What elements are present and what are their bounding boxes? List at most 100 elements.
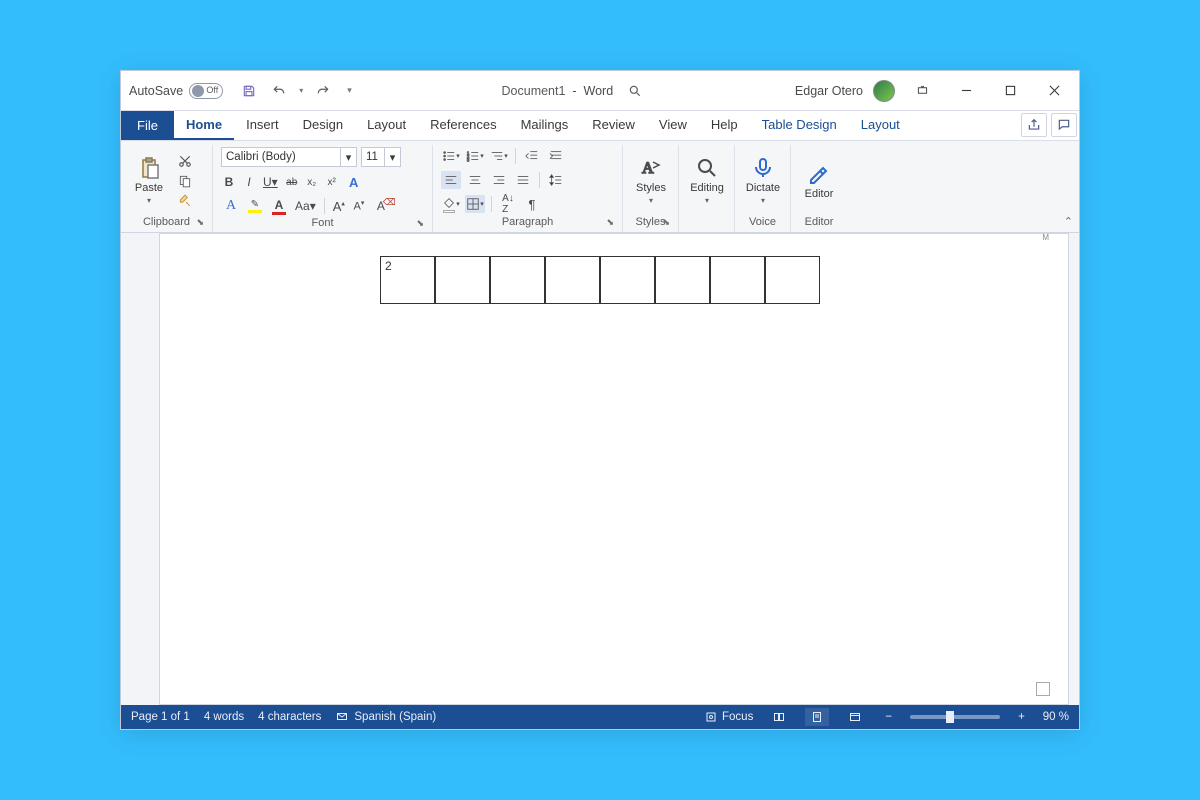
user-avatar[interactable] xyxy=(873,80,895,102)
align-center-icon[interactable] xyxy=(465,171,485,189)
undo-dropdown-icon[interactable]: ▾ xyxy=(299,86,303,95)
paragraph-group-label: Paragraph xyxy=(502,216,553,228)
print-layout-icon[interactable] xyxy=(805,708,829,726)
highlight-icon[interactable]: ✎ xyxy=(245,197,265,215)
table-cell[interactable] xyxy=(655,256,710,304)
document-title: Document1 - Word xyxy=(502,84,614,98)
table-cell[interactable] xyxy=(435,256,490,304)
multilevel-list-icon[interactable]: ▾ xyxy=(489,147,509,165)
search-icon[interactable] xyxy=(625,82,645,100)
tab-design[interactable]: Design xyxy=(291,111,355,140)
subscript-button[interactable]: x₂ xyxy=(304,177,320,188)
close-icon[interactable] xyxy=(1037,77,1071,105)
bullets-icon[interactable]: ▾ xyxy=(441,147,461,165)
editor-button[interactable]: Editor xyxy=(799,147,839,214)
status-chars[interactable]: 4 characters xyxy=(258,711,321,723)
table-cell[interactable] xyxy=(765,256,820,304)
save-icon[interactable] xyxy=(239,82,259,100)
undo-icon[interactable] xyxy=(269,82,289,100)
paragraph-launcher-icon[interactable]: ⬊ xyxy=(606,217,614,228)
tab-layout[interactable]: Layout xyxy=(355,111,418,140)
file-tab[interactable]: File xyxy=(121,111,174,140)
svg-text:3: 3 xyxy=(467,157,470,162)
font-launcher-icon[interactable]: ⬊ xyxy=(416,218,424,229)
redo-icon[interactable] xyxy=(313,82,333,100)
share-icon[interactable] xyxy=(1021,113,1047,137)
line-spacing-icon[interactable] xyxy=(546,171,566,189)
minimize-icon[interactable] xyxy=(949,77,983,105)
titlebar: AutoSave Off ▾ ▾ Document1 - Word Edgar … xyxy=(121,71,1079,111)
text-effects-icon[interactable]: A xyxy=(344,173,364,191)
maximize-icon[interactable] xyxy=(993,77,1027,105)
clipboard-launcher-icon[interactable]: ⬊ xyxy=(196,217,204,228)
tab-review[interactable]: Review xyxy=(580,111,647,140)
table-cell[interactable] xyxy=(545,256,600,304)
user-name[interactable]: Edgar Otero xyxy=(795,84,863,98)
zoom-out-button[interactable]: − xyxy=(881,711,896,723)
align-left-icon[interactable] xyxy=(441,171,461,189)
tab-mailings[interactable]: Mailings xyxy=(509,111,581,140)
collapse-ribbon-icon[interactable]: ⌃ xyxy=(1064,215,1073,228)
numbering-icon[interactable]: 123▾ xyxy=(465,147,485,165)
svg-text:A: A xyxy=(642,160,654,177)
zoom-in-button[interactable]: + xyxy=(1014,711,1029,723)
copy-icon[interactable] xyxy=(175,172,195,190)
borders-icon[interactable]: ▾ xyxy=(465,195,485,213)
styles-button[interactable]: A Styles ▾ xyxy=(631,147,671,214)
status-language[interactable]: Spanish (Spain) xyxy=(335,711,436,723)
table-resize-handle[interactable] xyxy=(1036,682,1050,696)
justify-icon[interactable] xyxy=(513,171,533,189)
format-painter-icon[interactable] xyxy=(175,192,195,210)
tab-table-layout[interactable]: Layout xyxy=(849,111,912,140)
change-case-button[interactable]: Aa▾ xyxy=(293,199,318,213)
tab-help[interactable]: Help xyxy=(699,111,750,140)
increase-indent-icon[interactable] xyxy=(546,147,566,165)
web-layout-icon[interactable] xyxy=(843,708,867,726)
tab-home[interactable]: Home xyxy=(174,111,234,140)
document-page[interactable]: 1 3 2 xyxy=(159,233,1069,705)
read-mode-icon[interactable] xyxy=(767,708,791,726)
underline-button[interactable]: U▾ xyxy=(261,175,280,189)
styles-launcher-icon[interactable]: ⬊ xyxy=(662,217,670,228)
zoom-slider[interactable] xyxy=(910,715,1000,719)
clear-formatting-icon[interactable]: A⌫ xyxy=(371,197,391,215)
tab-references[interactable]: References xyxy=(418,111,508,140)
dictate-button[interactable]: Dictate ▾ xyxy=(743,147,783,214)
document-area: M 1 3 2 xyxy=(121,233,1079,705)
ribbon-display-icon[interactable] xyxy=(905,77,939,105)
ribbon-tabs: File Home Insert Design Layout Reference… xyxy=(121,111,1079,141)
font-color-icon[interactable]: A xyxy=(269,197,289,215)
styles-group-label: Styles xyxy=(636,216,666,228)
grow-font-button[interactable]: A▴ xyxy=(331,199,347,214)
align-right-icon[interactable] xyxy=(489,171,509,189)
status-words[interactable]: 4 words xyxy=(204,711,244,723)
italic-button[interactable]: I xyxy=(241,175,257,189)
shrink-font-button[interactable]: A▾ xyxy=(351,199,367,213)
table-cell[interactable] xyxy=(490,256,545,304)
strikethrough-button[interactable]: ab xyxy=(284,177,300,188)
bold-button[interactable]: B xyxy=(221,175,237,189)
status-page[interactable]: Page 1 of 1 xyxy=(131,711,190,723)
superscript-button[interactable]: x² xyxy=(324,177,340,188)
cell-2-across[interactable]: 2 xyxy=(380,256,435,304)
text-outline-icon[interactable]: A xyxy=(221,197,241,215)
shading-icon[interactable]: ▾ xyxy=(441,195,461,213)
font-size-combo[interactable]: ▾ xyxy=(361,147,401,167)
cut-icon[interactable] xyxy=(175,152,195,170)
editing-button[interactable]: Editing ▾ xyxy=(687,147,727,214)
focus-mode-button[interactable]: Focus xyxy=(705,711,753,723)
autosave-toggle[interactable]: AutoSave Off xyxy=(129,83,223,99)
app-window: AutoSave Off ▾ ▾ Document1 - Word Edgar … xyxy=(120,70,1080,730)
table-cell[interactable] xyxy=(710,256,765,304)
show-marks-icon[interactable]: ¶ xyxy=(522,195,542,213)
tab-view[interactable]: View xyxy=(647,111,699,140)
sort-icon[interactable]: A↓Z xyxy=(498,195,518,213)
paste-button[interactable]: Paste ▾ xyxy=(129,147,169,214)
tab-insert[interactable]: Insert xyxy=(234,111,291,140)
table-cell[interactable] xyxy=(600,256,655,304)
zoom-level[interactable]: 90 % xyxy=(1043,711,1069,723)
comments-icon[interactable] xyxy=(1051,113,1077,137)
font-name-combo[interactable]: ▾ xyxy=(221,147,357,167)
decrease-indent-icon[interactable] xyxy=(522,147,542,165)
tab-table-design[interactable]: Table Design xyxy=(750,111,849,140)
